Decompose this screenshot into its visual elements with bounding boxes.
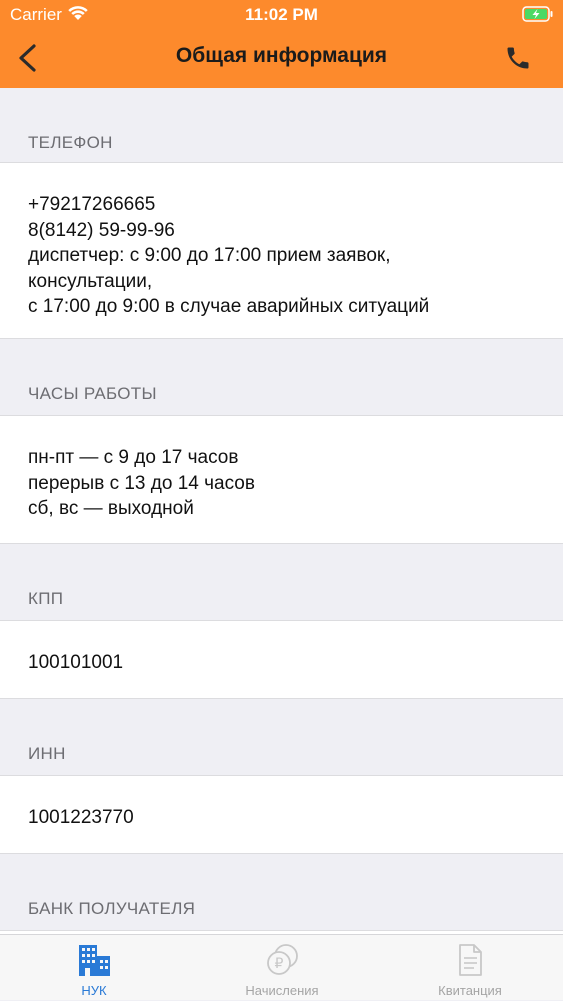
navigation-header: Carrier 11:02 PM Общая информация (0, 0, 563, 88)
tab-bar: НУК ₽ Начисления Квитанция (0, 934, 563, 1000)
section-header: ТЕЛЕФОН (0, 88, 563, 163)
info-line: 8(8142) 59-99-96 (28, 219, 175, 241)
info-line: пн-пт — с 9 до 17 часов (28, 447, 239, 468)
bank-section: БАНК ПОЛУЧАТЕЛЯ (0, 854, 563, 934)
tab-nuk[interactable]: НУК (0, 935, 188, 1001)
svg-text:₽: ₽ (275, 956, 284, 972)
info-line: перерыв с 13 до 14 часов (28, 472, 255, 494)
kpp-section: КПП 100101001 (0, 544, 563, 699)
info-line: 1001223770 (28, 807, 134, 828)
phone-section: ТЕЛЕФОН +79217266665 8(8142) 59-99-96 ди… (0, 88, 563, 339)
info-line: консультации, (28, 270, 153, 292)
section-header: КПП (0, 544, 563, 621)
section-header: ЧАСЫ РАБОТЫ (0, 339, 563, 416)
tab-label: Начисления (245, 983, 319, 998)
section-body: пн-пт — с 9 до 17 часов перерыв с 13 до … (0, 416, 563, 544)
status-bar: Carrier 11:02 PM (0, 0, 563, 30)
section-header: БАНК ПОЛУЧАТЕЛЯ (0, 854, 563, 931)
tab-label: НУК (81, 983, 107, 998)
section-body: 1001223770 (0, 776, 563, 854)
phone-icon (507, 47, 529, 69)
tab-charges[interactable]: ₽ Начисления (188, 935, 376, 1001)
buildings-icon (79, 945, 110, 976)
section-body: 100101001 (0, 621, 563, 699)
section-header: ИНН (0, 699, 563, 776)
info-line: сб, вс — выходной (28, 498, 194, 519)
document-icon (459, 944, 482, 976)
ruble-coins-icon: ₽ (267, 944, 298, 975)
section-body: +79217266665 8(8142) 59-99-96 диспетчер:… (0, 163, 563, 339)
info-line: 100101001 (28, 652, 124, 673)
page-title: Общая информация (175, 44, 388, 67)
info-list[interactable]: ТЕЛЕФОН +79217266665 8(8142) 59-99-96 ди… (0, 88, 563, 934)
battery-charging-icon (522, 6, 553, 22)
call-button[interactable] (500, 40, 538, 76)
status-time: 11:02 PM (245, 5, 318, 24)
info-line: +79217266665 (28, 194, 156, 215)
tab-receipt[interactable]: Квитанция (376, 935, 563, 1001)
tab-label: Квитанция (438, 983, 502, 998)
info-line: диспетчер: с 9:00 до 17:00 прием заявок, (28, 245, 391, 266)
inn-section: ИНН 1001223770 (0, 699, 563, 854)
work-hours-section: ЧАСЫ РАБОТЫ пн-пт — с 9 до 17 часов пере… (0, 339, 563, 544)
info-line: с 17:00 до 9:00 в случае аварийных ситуа… (28, 296, 430, 317)
